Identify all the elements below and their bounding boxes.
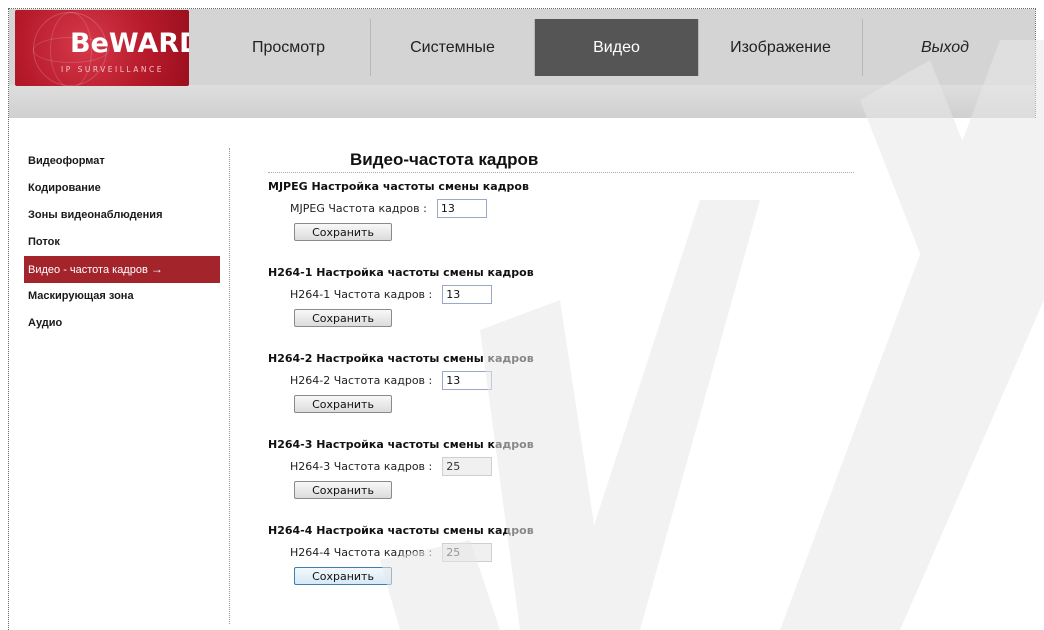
sidebar-item-label: Поток <box>28 236 60 248</box>
title-underline <box>268 172 854 173</box>
arrow-right-icon: → <box>150 262 163 276</box>
header-band <box>9 85 1035 118</box>
h264-1-frame-rate-input[interactable] <box>442 285 493 304</box>
sidebar-item-label: Видео - частота кадров <box>28 264 148 276</box>
mjpeg-save-button[interactable]: Сохранить <box>294 223 392 241</box>
h264-3-frame-rate-input <box>442 457 493 476</box>
sidebar-item-audio[interactable]: Аудио <box>24 310 220 337</box>
section-mjpeg: MJPEG Настройка частоты смены кадров MJP… <box>268 180 768 241</box>
section-h264-4: H264-4 Настройка частоты смены кадров H2… <box>268 524 768 585</box>
section-h264-3: H264-3 Настройка частоты смены кадров H2… <box>268 438 768 499</box>
section-heading: H264-2 Настройка частоты смены кадров <box>268 352 534 365</box>
section-row: H264-1 Частота кадров : <box>268 285 768 304</box>
sidebar-item-label: Аудио <box>28 317 63 329</box>
h264-3-save-button[interactable]: Сохранить <box>294 481 392 499</box>
sidebar: Видеоформат Кодирование Зоны видеонаблюд… <box>24 148 220 337</box>
mjpeg-frame-rate-input[interactable] <box>436 199 487 218</box>
beward-logo: BeWARD IP SURVEILLANCE <box>15 10 189 86</box>
main-nav: Просмотр Системные Видео Изображение Вых… <box>207 19 1035 76</box>
section-heading: H264-4 Настройка частоты смены кадров <box>268 524 534 537</box>
sidebar-item-stream[interactable]: Поток <box>24 229 220 256</box>
sidebar-item-frame-rate[interactable]: Видео - частота кадров → <box>24 256 220 283</box>
frame-rate-label: H264-1 Частота кадров : <box>290 288 433 301</box>
tab-view[interactable]: Просмотр <box>207 19 371 76</box>
frame-rate-label: MJPEG Частота кадров : <box>290 202 427 215</box>
tab-system[interactable]: Системные <box>371 19 535 76</box>
h264-4-frame-rate-input <box>442 543 493 562</box>
sidebar-item-encoding[interactable]: Кодирование <box>24 175 220 202</box>
frame-rate-label: H264-4 Частота кадров : <box>290 546 433 559</box>
sidebar-divider <box>229 148 230 624</box>
section-row: H264-3 Частота кадров : <box>268 457 768 476</box>
sidebar-item-label: Маскирующая зона <box>28 290 134 302</box>
sidebar-item-surveillance-zones[interactable]: Зоны видеонаблюдения <box>24 202 220 229</box>
section-heading: MJPEG Настройка частоты смены кадров <box>268 180 529 193</box>
section-row: H264-2 Частота кадров : <box>268 371 768 390</box>
tab-image[interactable]: Изображение <box>699 19 863 76</box>
section-row: MJPEG Частота кадров : <box>268 199 768 218</box>
h264-2-frame-rate-input[interactable] <box>442 371 493 390</box>
h264-2-save-button[interactable]: Сохранить <box>294 395 392 413</box>
sidebar-item-video-format[interactable]: Видеоформат <box>24 148 220 175</box>
page-title: Видео-частота кадров <box>350 150 539 169</box>
section-h264-2: H264-2 Настройка частоты смены кадров H2… <box>268 352 768 413</box>
sidebar-item-label: Зоны видеонаблюдения <box>28 209 163 221</box>
section-row: H264-4 Частота кадров : <box>268 543 768 562</box>
tab-video[interactable]: Видео <box>535 19 699 76</box>
tab-exit[interactable]: Выход <box>863 19 1027 76</box>
h264-1-save-button[interactable]: Сохранить <box>294 309 392 327</box>
frame-right-border <box>1035 8 1036 118</box>
sidebar-item-label: Кодирование <box>28 182 101 194</box>
frame-rate-label: H264-3 Частота кадров : <box>290 460 433 473</box>
sidebar-item-label: Видеоформат <box>28 155 105 167</box>
sidebar-item-privacy-mask[interactable]: Маскирующая зона <box>24 283 220 310</box>
frame-rate-label: H264-2 Частота кадров : <box>290 374 433 387</box>
section-heading: H264-1 Настройка частоты смены кадров <box>268 266 534 279</box>
logo-tagline: IP SURVEILLANCE <box>61 65 164 74</box>
logo-brand: BeWARD <box>70 28 189 59</box>
section-heading: H264-3 Настройка частоты смены кадров <box>268 438 534 451</box>
section-h264-1: H264-1 Настройка частоты смены кадров H2… <box>268 266 768 327</box>
h264-4-save-button[interactable]: Сохранить <box>294 567 392 585</box>
